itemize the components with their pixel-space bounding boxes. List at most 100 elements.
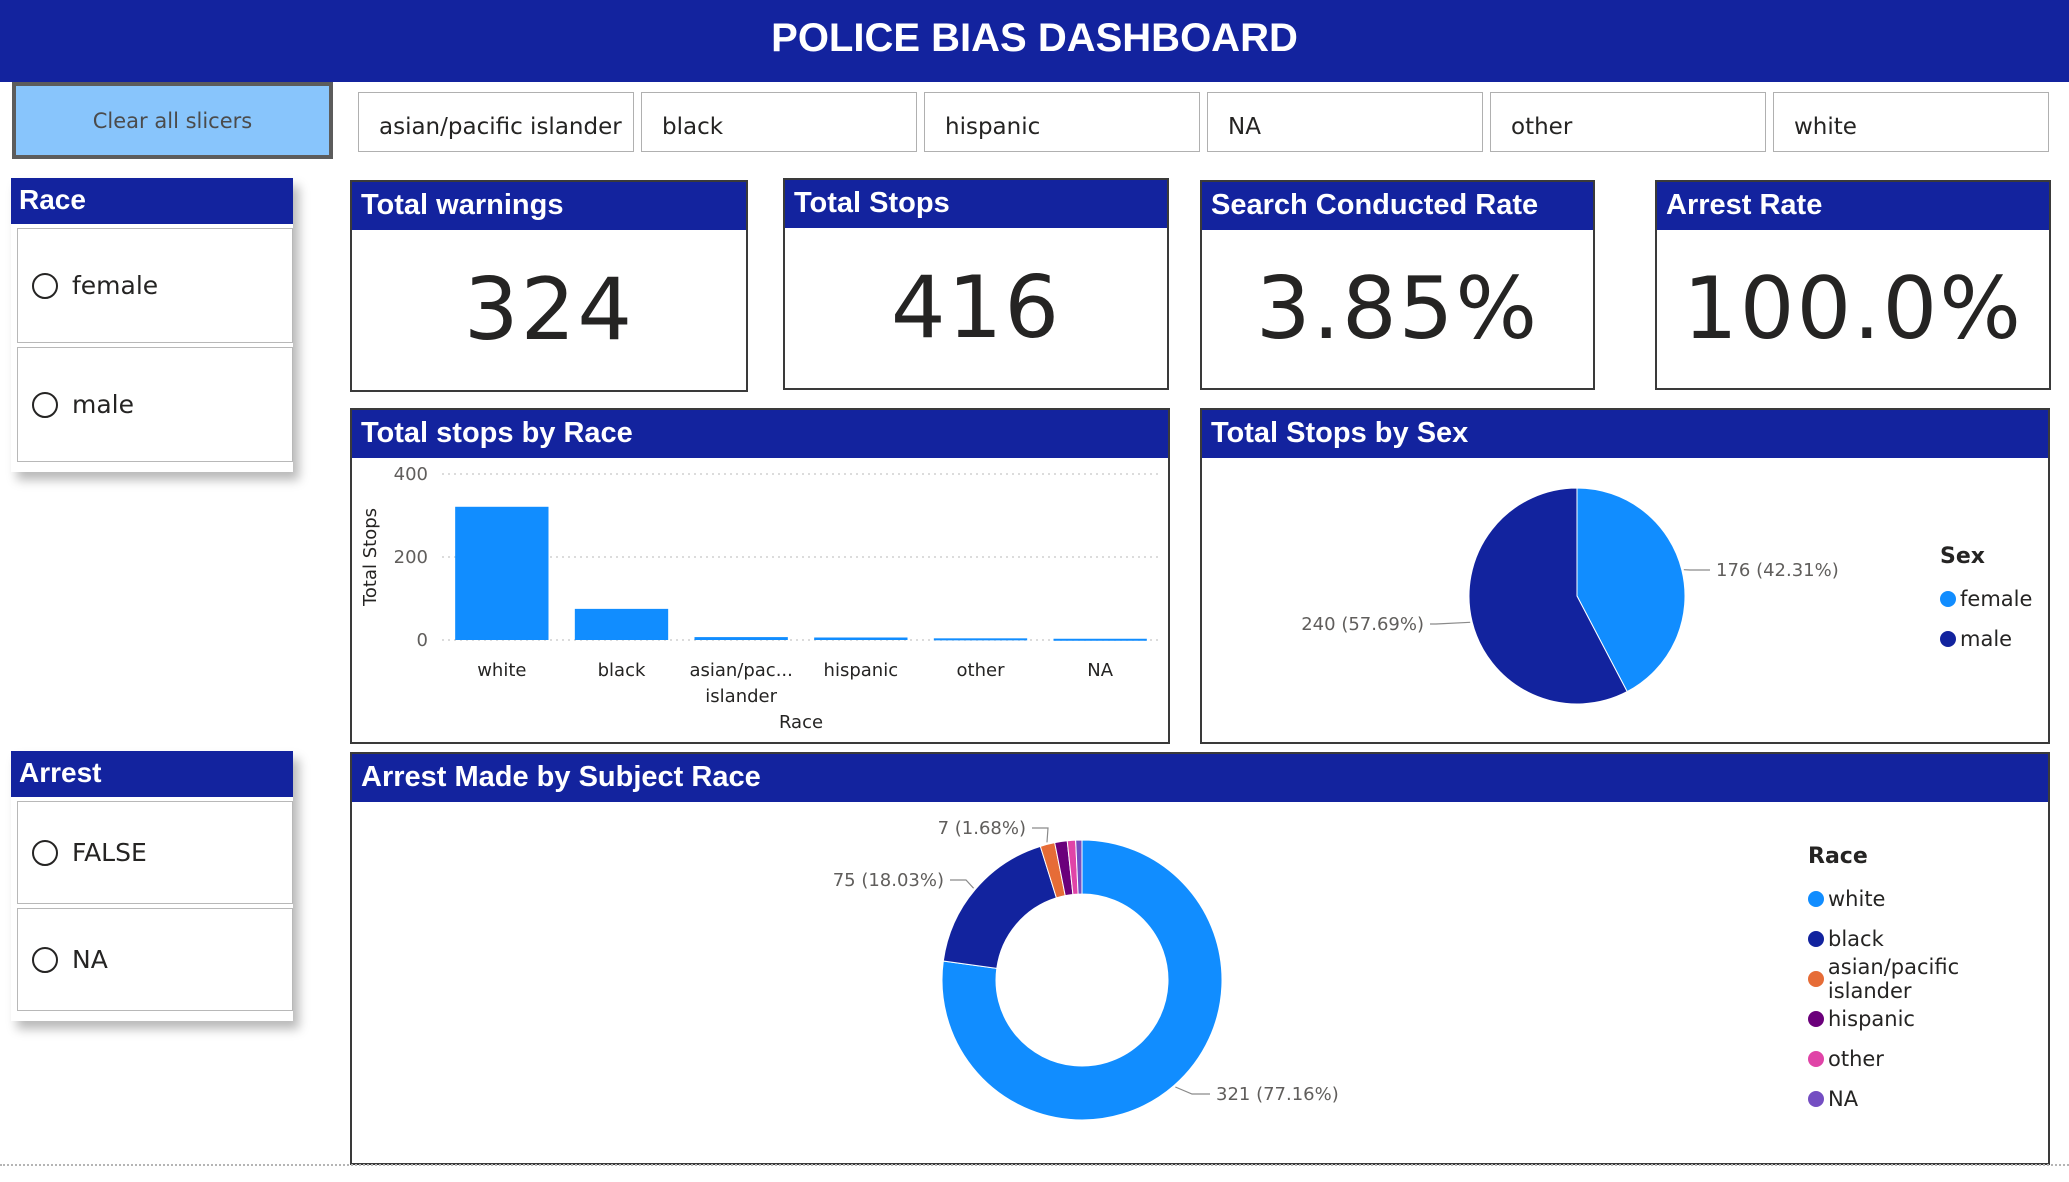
y-tick-label: 400 (394, 464, 428, 485)
leader-line (1032, 827, 1049, 843)
data-label: 75 (18.03%) (833, 870, 944, 891)
x-tick-label: asian/pac... (689, 660, 792, 681)
legend-label: hispanic (1828, 1007, 1915, 1031)
race-filter-hispanic[interactable]: hispanic (924, 92, 1200, 152)
kpi-card-arrest-rate: Arrest Rate 100.0% (1655, 180, 2051, 390)
legend-dot (1808, 931, 1824, 947)
kpi-card-search-conducted-rate: Search Conducted Rate 3.85% (1200, 180, 1595, 390)
clear-all-slicers-button[interactable]: Clear all slicers (12, 82, 333, 159)
legend-item[interactable]: male (1940, 619, 2032, 659)
bar (814, 637, 908, 640)
kpi-title: Arrest Rate (1657, 182, 2049, 230)
slice (942, 845, 1058, 969)
kpi-title: Search Conducted Rate (1202, 182, 1593, 230)
kpi-title: Total Stops (785, 180, 1167, 228)
legend-title: Race (1808, 844, 1868, 869)
race-filter-na[interactable]: NA (1207, 92, 1483, 152)
slicer-option-male[interactable]: male (17, 347, 293, 462)
sex-legend: Sex female male (1940, 544, 2032, 659)
y-axis-title: Total Stops (360, 508, 381, 607)
legend-dot (1808, 1051, 1824, 1067)
legend-item[interactable]: white (1808, 879, 2048, 919)
kpi-value: 3.85% (1255, 259, 1540, 359)
kpi-value: 100.0% (1683, 259, 2023, 359)
radio-icon[interactable] (32, 946, 58, 973)
donut-chart-svg: 321 (77.16%) 75 (18.03%) 7 (1.68%) (833, 818, 1339, 1121)
x-tick-label: NA (1087, 660, 1113, 681)
legend-label: black (1828, 927, 1884, 951)
slicer-option-label: FALSE (72, 838, 147, 867)
data-label: 7 (1.68%) (938, 818, 1026, 839)
leader-line (1430, 621, 1471, 625)
slicer-option-female[interactable]: female (17, 228, 293, 343)
legend-item[interactable]: female (1940, 579, 2032, 619)
sex-slicer: Race female male (11, 178, 293, 472)
kpi-card-total-stops: Total Stops 416 (783, 178, 1169, 390)
race-filter-black[interactable]: black (641, 92, 917, 152)
legend-dot (1940, 631, 1956, 647)
x-axis-title: Race (779, 712, 823, 733)
total-stops-by-sex-chart: Total Stops by Sex 176 (42.31%) 240 (57.6… (1200, 408, 2050, 744)
legend-label: female (1960, 587, 2033, 611)
arrest-slicer: Arrest FALSE NA (11, 751, 293, 1021)
header-bar: POLICE BIAS DASHBOARD (0, 0, 2069, 82)
y-tick-label: 200 (394, 547, 428, 568)
slicer-option-label: NA (72, 945, 108, 974)
bar (933, 638, 1028, 641)
bottom-divider (0, 1164, 2069, 1166)
data-label: 321 (77.16%) (1216, 1084, 1339, 1105)
arrest-made-by-race-chart: Arrest Made by Subject Race 321 (77.16%)… (350, 752, 2050, 1165)
bar (694, 637, 788, 640)
legend-dot (1808, 891, 1824, 907)
radio-icon[interactable] (32, 272, 58, 299)
legend-label: white (1828, 887, 1886, 911)
legend-item[interactable]: other (1808, 1039, 2048, 1079)
x-tick-label: other (957, 660, 1006, 681)
bar (455, 506, 549, 640)
kpi-value: 416 (890, 258, 1062, 358)
legend-item[interactable]: black (1808, 919, 2048, 959)
slicer-option-false[interactable]: FALSE (17, 801, 293, 904)
bar (1053, 638, 1147, 641)
slicer-option-label: female (72, 271, 159, 300)
page-title: POLICE BIAS DASHBOARD (771, 16, 1298, 60)
legend-label: male (1960, 627, 2013, 651)
race-legend: Race white black asian/pacific islander hisp… (1808, 844, 2048, 1119)
total-stops-by-race-chart: Total stops by Race 0 200 400 white black asi… (350, 408, 1170, 744)
y-tick-label: 0 (417, 630, 428, 651)
legend-dot (1808, 1091, 1824, 1107)
legend-item[interactable]: hispanic (1808, 999, 2048, 1039)
sex-slicer-title: Race (11, 178, 293, 224)
kpi-value: 324 (463, 260, 635, 360)
arrest-slicer-title: Arrest (11, 751, 293, 797)
leader-line (950, 879, 975, 889)
data-label: 176 (42.31%) (1716, 560, 1839, 581)
legend-item[interactable]: NA (1808, 1079, 2048, 1119)
legend-label: asian/pacific islander (1827, 955, 1960, 1003)
slicer-option-label: male (72, 390, 134, 419)
x-tick-label: islander (705, 686, 777, 707)
bar-chart-svg: 0 200 400 white black asian/pac... islander his… (360, 464, 1160, 733)
race-filter-white[interactable]: white (1773, 92, 2049, 152)
kpi-card-total-warnings: Total warnings 324 (350, 180, 748, 392)
slicer-option-na[interactable]: NA (17, 908, 293, 1011)
x-tick-label: white (477, 660, 526, 681)
legend-title: Sex (1940, 544, 1985, 569)
bar (574, 608, 669, 640)
x-tick-label: hispanic (824, 660, 899, 681)
kpi-title: Total warnings (352, 182, 746, 230)
legend-label: other (1828, 1047, 1884, 1071)
leader-line (1175, 1086, 1210, 1095)
x-tick-label: black (598, 660, 646, 681)
legend-dot (1808, 1011, 1824, 1027)
race-filter-other[interactable]: other (1490, 92, 1766, 152)
legend-dot (1940, 591, 1956, 607)
pie-chart-svg: 176 (42.31%) 240 (57.69%) (1301, 487, 1839, 705)
radio-icon[interactable] (32, 391, 58, 418)
legend-dot (1808, 971, 1824, 987)
legend-item[interactable]: asian/pacific islander (1808, 955, 2048, 1003)
race-filter-asian-pacific-islander[interactable]: asian/pacific islander (358, 92, 634, 152)
data-label: 240 (57.69%) (1301, 614, 1424, 635)
legend-label: NA (1828, 1087, 1859, 1111)
radio-icon[interactable] (32, 839, 58, 866)
